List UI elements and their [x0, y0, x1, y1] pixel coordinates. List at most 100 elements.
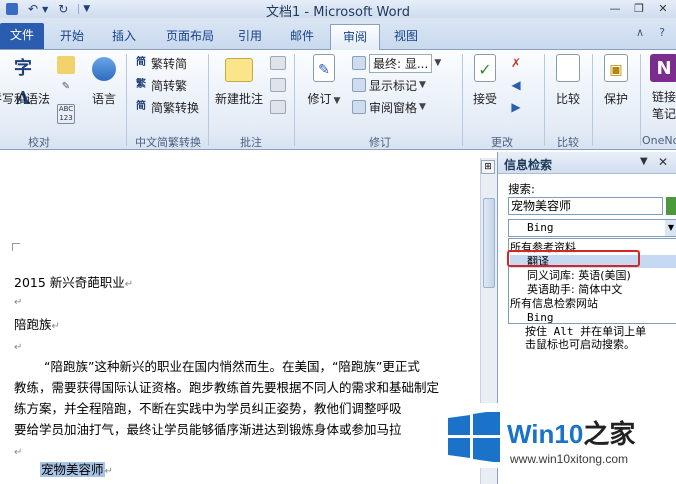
group-separator	[640, 54, 641, 146]
group-separator	[294, 54, 295, 146]
spelling-icon: 字A	[14, 58, 32, 109]
document-canvas[interactable]: 2015 新兴奇葩职业↵ ↵ 陪跑族↵ ↵ “陪跑族”这种新兴的职业在国内悄然而…	[0, 151, 480, 484]
help-icon[interactable]: ?	[654, 25, 670, 41]
group-label-compare: 比较	[557, 136, 579, 149]
word-count-icon[interactable]: ABC 123	[57, 104, 75, 124]
to-traditional-icon: 繁	[136, 79, 146, 90]
next-change-icon[interactable]: ▶	[508, 100, 524, 114]
accept-icon: ✓	[474, 54, 496, 82]
protect-button[interactable]: ▣ 保护	[596, 54, 636, 107]
tab-references[interactable]: 引用	[230, 24, 270, 50]
watermark-title: Win10之家	[507, 419, 636, 449]
reviewing-pane-button[interactable]: 审阅窗格 ▼	[352, 98, 426, 116]
tab-insert[interactable]: 插入	[104, 24, 144, 50]
doc-subheading[interactable]: 陪跑族↵	[14, 316, 60, 336]
start-search-button[interactable]	[666, 197, 676, 215]
empty-paragraph[interactable]: ↵	[14, 337, 22, 357]
minimize-button[interactable]: —	[604, 1, 626, 16]
search-hint: 按住 Alt 并在单词上单 击鼠标也可启动搜索。	[525, 325, 647, 351]
pane-options-icon[interactable]: ▼	[640, 156, 648, 167]
list-item-english-assistant[interactable]: 英语助手: 简体中文	[527, 283, 622, 296]
linked-notes-button[interactable]: N 链接 笔记	[644, 54, 676, 122]
tab-file[interactable]: 文件	[0, 23, 44, 49]
reject-icon[interactable]: ✗	[508, 56, 524, 70]
body-line[interactable]: 练方案，并全程陪跑，不断在实践中为学员纠正姿势，教他们调整呼吸	[14, 400, 402, 418]
ruler-toggle-icon[interactable]: ⊞	[481, 160, 495, 174]
accept-button[interactable]: ✓ 接受	[468, 54, 502, 107]
compare-button[interactable]: 比较	[548, 54, 588, 107]
group-label-comments: 批注	[240, 136, 262, 149]
group-separator	[208, 54, 209, 146]
onenote-icon: N	[650, 54, 676, 82]
windows-logo-icon	[448, 412, 500, 462]
selected-text[interactable]: 宠物美容师	[40, 462, 105, 477]
group-label-proofing: 校对	[28, 136, 50, 149]
to-simplified-button[interactable]: 简 繁转简	[134, 54, 187, 72]
close-icon[interactable]: ✕	[658, 155, 668, 169]
protect-icon: ▣	[604, 54, 628, 82]
reference-source-select[interactable]: Bing	[508, 219, 676, 237]
group-separator	[592, 54, 593, 146]
chevron-down-icon[interactable]: ▼	[665, 220, 676, 236]
reviewing-pane-icon	[352, 100, 366, 114]
research-pane-title: 信息检索	[504, 158, 553, 172]
chinese-conversion-button[interactable]: 简 简繁转换	[134, 98, 199, 116]
body-line[interactable]: 教练，需要获得国际认证资格。跑步教练首先要根据不同人的需求和基础制定	[14, 379, 439, 397]
highlight-box	[507, 250, 640, 267]
doc-heading[interactable]: 2015 新兴奇葩职业↵	[14, 274, 133, 294]
group-label-chinese-conversion: 中文简繁转换	[135, 136, 201, 149]
search-input[interactable]: 宠物美容师	[508, 197, 663, 215]
list-item-thesaurus[interactable]: 同义词库: 英语(美国)	[527, 269, 631, 282]
compare-icon	[556, 54, 580, 82]
tab-review[interactable]: 审阅	[330, 24, 380, 50]
list-item-bing[interactable]: Bing	[527, 311, 554, 324]
research-pane-header: 信息检索 ▼ ✕	[498, 152, 676, 174]
accept-label: 接受	[472, 92, 497, 106]
display-for-review-select[interactable]: 最终: 显... ▼	[352, 53, 441, 73]
list-item-all-research-sites[interactable]: 所有信息检索网站	[510, 297, 598, 310]
close-button[interactable]: ✕	[652, 1, 674, 16]
watermark-url: www.win10xitong.com	[510, 452, 629, 466]
display-for-review-icon	[352, 56, 366, 70]
title-bar: ↶ ▼ ↻ ▼ 文档1 - Microsoft Word — ❐ ✕	[0, 0, 676, 20]
scroll-thumb[interactable]	[483, 198, 495, 288]
ribbon: 字A 拼写和语法 ✎ ABC 123 校对 语言 简 繁转简 繁 简转繁 简 简…	[0, 50, 676, 150]
group-separator	[462, 54, 463, 146]
delete-comment-icon[interactable]	[270, 56, 286, 70]
group-label-onenote: OneNo	[642, 134, 676, 147]
to-traditional-button[interactable]: 繁 简转繁	[134, 76, 187, 94]
new-comment-icon	[225, 58, 253, 82]
language-button[interactable]: 语言	[84, 54, 124, 107]
track-changes-button[interactable]: ✎ 修订 ▼	[304, 54, 344, 107]
selected-paragraph[interactable]: 宠物美容师↵	[40, 461, 113, 481]
tab-page-layout[interactable]: 页面布局	[158, 24, 222, 50]
body-line[interactable]: “陪跑族”这种新兴的职业在国内悄然而生。在美国，“陪跑族”更正式	[44, 358, 420, 376]
research-icon[interactable]	[57, 56, 75, 74]
search-label: 搜索:	[508, 182, 535, 196]
minimize-ribbon-icon[interactable]: ∧	[632, 25, 648, 41]
tab-view[interactable]: 视图	[386, 24, 426, 50]
to-simplified-icon: 简	[136, 57, 146, 68]
spelling-grammar-button[interactable]: 字A 拼写和语法	[0, 54, 52, 109]
previous-change-icon[interactable]: ◀	[508, 78, 524, 92]
body-line[interactable]: 要给学员加油打气，最终让学员能够循序渐进达到锻炼身体或参加马拉	[14, 421, 402, 439]
group-label-changes: 更改	[491, 136, 513, 149]
tab-mailings[interactable]: 邮件	[282, 24, 322, 50]
track-changes-icon: ✎	[313, 54, 335, 82]
empty-paragraph[interactable]: ↵	[14, 442, 22, 462]
group-label-tracking: 修订	[369, 136, 391, 149]
tab-home[interactable]: 开始	[52, 24, 92, 50]
language-icon	[92, 57, 116, 81]
restore-button[interactable]: ❐	[628, 1, 650, 16]
empty-paragraph[interactable]: ↵	[14, 292, 22, 312]
show-markup-button[interactable]: 显示标记 ▼	[352, 76, 426, 94]
next-comment-icon[interactable]	[270, 100, 286, 114]
new-comment-button[interactable]: 新建批注	[212, 54, 266, 107]
thesaurus-icon[interactable]: ✎	[57, 80, 75, 96]
page-corner-mark	[12, 243, 20, 251]
group-separator	[544, 54, 545, 146]
ribbon-tabs: 文件 开始 插入 页面布局 引用 邮件 审阅 视图 ∧ ?	[0, 18, 676, 50]
show-markup-icon	[352, 78, 366, 92]
previous-comment-icon[interactable]	[270, 78, 286, 92]
track-changes-label: 修订	[307, 92, 332, 106]
